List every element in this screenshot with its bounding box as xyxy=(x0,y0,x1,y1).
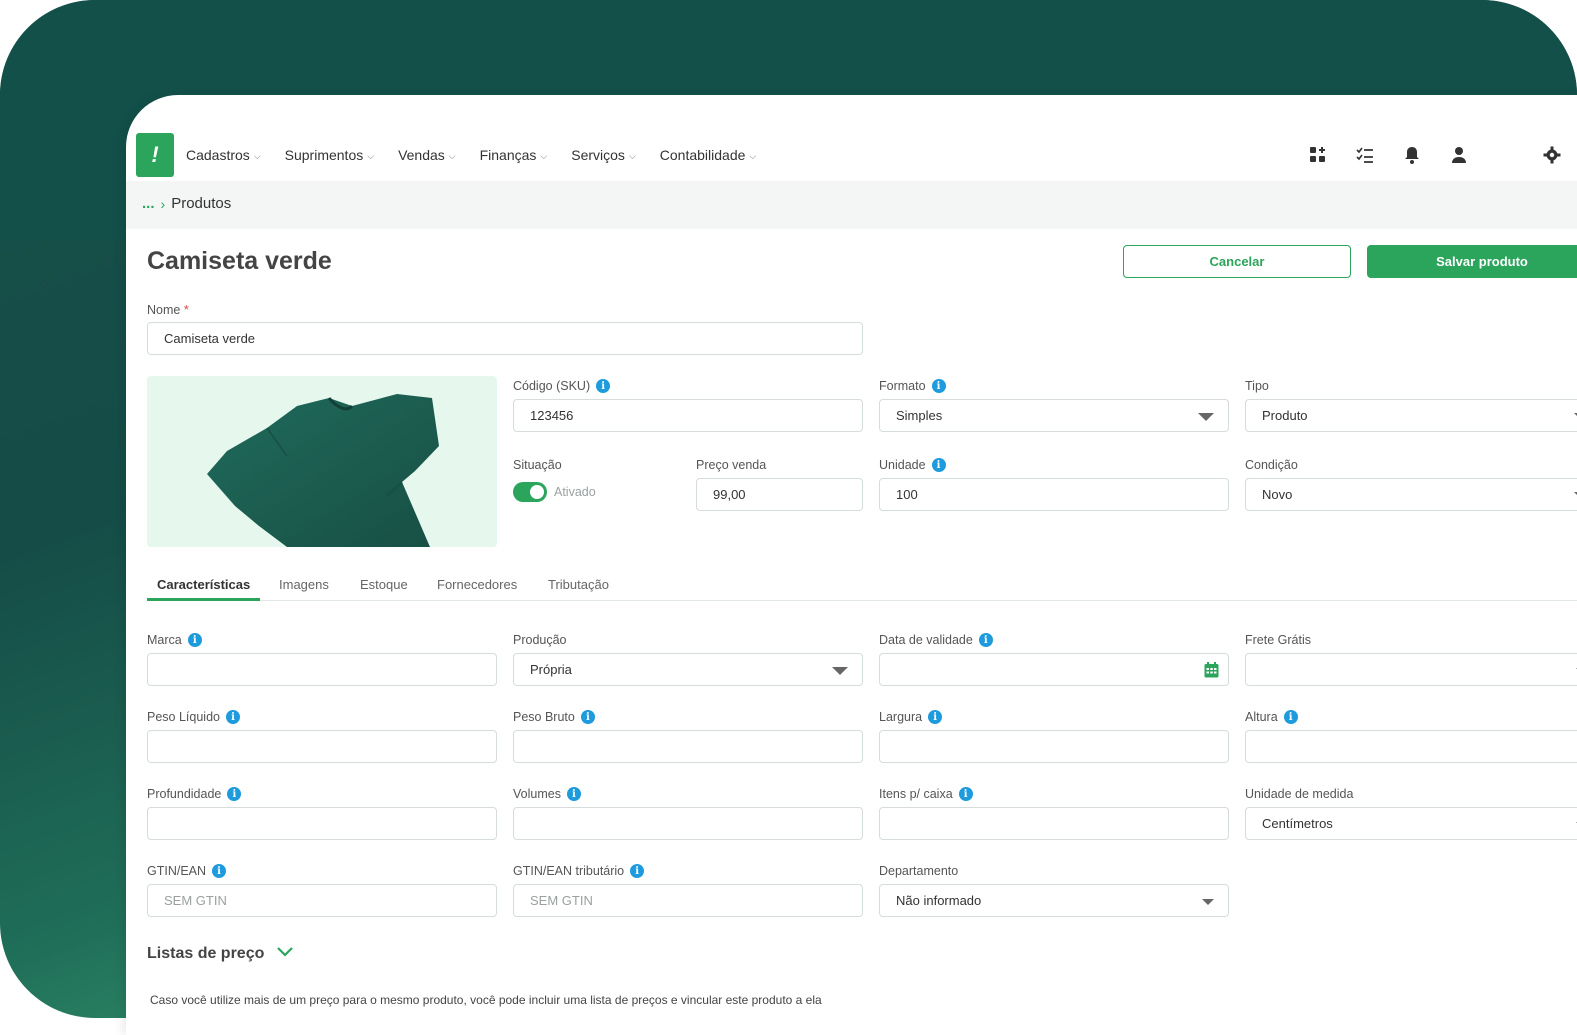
info-icon[interactable]: i xyxy=(566,787,581,801)
tab-tributacao[interactable]: Tributação xyxy=(548,577,609,601)
bell-icon[interactable] xyxy=(1402,145,1422,165)
peso-liquido-label: Peso Líquido i xyxy=(147,710,240,724)
unidade-medida-label: Unidade de medida xyxy=(1245,787,1354,801)
breadcrumb-ellipsis[interactable]: ... xyxy=(142,195,155,212)
chevron-down-icon[interactable] xyxy=(276,945,294,963)
unidade-label: Unidade i xyxy=(879,458,946,472)
condicao-select[interactable]: Novo xyxy=(1245,478,1577,511)
profundidade-label: Profundidade i xyxy=(147,787,242,801)
situacao-toggle[interactable] xyxy=(513,482,547,502)
altura-input[interactable] xyxy=(1245,730,1577,763)
gtin-label: GTIN/EAN i xyxy=(147,864,227,878)
checklist-icon[interactable] xyxy=(1355,145,1375,165)
producao-select[interactable]: Própria xyxy=(513,653,863,686)
nome-input[interactable]: Camiseta verde xyxy=(147,322,863,355)
info-icon[interactable]: i xyxy=(630,864,645,878)
volumes-label: Volumes i xyxy=(513,787,581,801)
listas-preco-header[interactable]: Listas de preço xyxy=(147,945,294,963)
marca-input[interactable] xyxy=(147,653,497,686)
info-icon[interactable]: i xyxy=(978,633,993,647)
listas-preco-description: Caso você utilize mais de um preço para … xyxy=(150,993,822,1007)
frete-label: Frete Grátis xyxy=(1245,633,1311,647)
peso-liquido-input[interactable] xyxy=(147,730,497,763)
info-icon[interactable]: i xyxy=(958,787,973,801)
altura-label: Altura i xyxy=(1245,710,1298,724)
app-window: ! Cadastros ⌵ Suprimentos ⌵ Vendas ⌵ Finanç… xyxy=(126,95,1577,1035)
condicao-label: Condição xyxy=(1245,458,1298,472)
preco-input[interactable]: 99,00 xyxy=(696,478,863,511)
formato-select[interactable]: Simples xyxy=(879,399,1229,432)
peso-bruto-label: Peso Bruto i xyxy=(513,710,595,724)
tipo-select[interactable]: Produto xyxy=(1245,399,1577,432)
info-icon[interactable]: i xyxy=(928,710,943,724)
producao-label: Produção xyxy=(513,633,567,647)
marca-label: Marca i xyxy=(147,633,202,647)
sku-input[interactable]: 123456 xyxy=(513,399,863,432)
unidade-input[interactable]: 100 xyxy=(879,478,1229,511)
largura-input[interactable] xyxy=(879,730,1229,763)
save-product-button[interactable]: Salvar produto xyxy=(1367,245,1577,278)
gtin-tributario-input[interactable]: SEM GTIN xyxy=(513,884,863,917)
page-title: Camiseta verde xyxy=(147,247,332,275)
tab-fornecedores[interactable]: Fornecedores xyxy=(437,577,517,601)
info-icon[interactable]: i xyxy=(225,710,240,724)
chevron-right-icon: › xyxy=(160,195,166,212)
gear-icon[interactable] xyxy=(1542,145,1562,165)
nav-icons xyxy=(126,133,1577,177)
itens-caixa-label: Itens p/ caixa i xyxy=(879,787,973,801)
validade-input[interactable] xyxy=(879,653,1229,686)
preco-label: Preço venda xyxy=(696,458,767,472)
caret-down-icon xyxy=(1198,413,1214,421)
info-icon[interactable]: i xyxy=(227,787,242,801)
peso-bruto-input[interactable] xyxy=(513,730,863,763)
sku-label: Código (SKU) i xyxy=(513,379,611,393)
calendar-icon[interactable] xyxy=(1204,662,1219,681)
info-icon[interactable]: i xyxy=(931,458,946,472)
departamento-label: Departamento xyxy=(879,864,959,878)
nome-label: Nome * xyxy=(147,303,189,317)
frete-select[interactable] xyxy=(1245,653,1577,686)
validade-label: Data de validade i xyxy=(879,633,993,647)
info-icon[interactable]: i xyxy=(931,379,946,393)
info-icon[interactable]: i xyxy=(187,633,202,647)
formato-label: Formato i xyxy=(879,379,946,393)
itens-caixa-input[interactable] xyxy=(879,807,1229,840)
info-icon[interactable]: i xyxy=(596,379,611,393)
unidade-medida-select[interactable]: Centímetros xyxy=(1245,807,1577,840)
situacao-label: Situação xyxy=(513,458,562,472)
user-icon[interactable] xyxy=(1449,145,1469,165)
top-navigation: ! Cadastros ⌵ Suprimentos ⌵ Vendas ⌵ Finanç… xyxy=(126,133,1577,177)
cancel-button[interactable]: Cancelar xyxy=(1123,245,1351,278)
product-tabs: Características Imagens Estoque Forneced… xyxy=(147,577,1577,601)
add-widget-icon[interactable] xyxy=(1308,145,1328,165)
breadcrumb: ... › Produtos xyxy=(142,195,231,212)
gtin-input[interactable]: SEM GTIN xyxy=(147,884,497,917)
info-icon[interactable]: i xyxy=(580,710,595,724)
tab-caracteristicas[interactable]: Características xyxy=(147,577,261,601)
info-icon[interactable]: i xyxy=(212,864,227,878)
gtin-tributario-label: GTIN/EAN tributário i xyxy=(513,864,645,878)
tipo-label: Tipo xyxy=(1245,379,1269,393)
breadcrumb-bar: ... › Produtos xyxy=(126,181,1577,229)
caret-down-icon xyxy=(1202,899,1214,905)
info-icon[interactable]: i xyxy=(1283,710,1298,724)
caret-down-icon xyxy=(832,667,848,675)
product-image[interactable] xyxy=(147,376,497,547)
volumes-input[interactable] xyxy=(513,807,863,840)
tab-imagens[interactable]: Imagens xyxy=(279,577,329,601)
profundidade-input[interactable] xyxy=(147,807,497,840)
breadcrumb-current: Produtos xyxy=(171,195,232,212)
largura-label: Largura i xyxy=(879,710,943,724)
tab-estoque[interactable]: Estoque xyxy=(360,577,408,601)
departamento-select[interactable]: Não informado xyxy=(879,884,1229,917)
situacao-status: Ativado xyxy=(554,485,596,499)
